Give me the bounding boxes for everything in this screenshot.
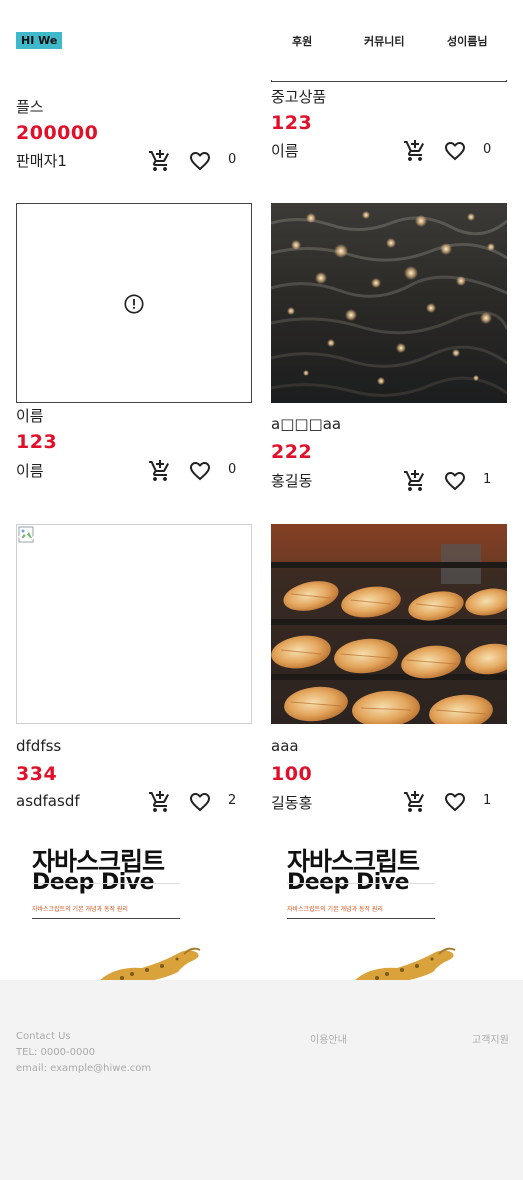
like-count: 0 <box>228 152 237 167</box>
fish-bread-photo <box>271 524 507 724</box>
product-title: aaa <box>271 737 299 755</box>
product-seller: 길동홍 <box>271 794 313 812</box>
book-subtitle: 자바스크립트의 기본 개념과 동작 원리 <box>32 906 128 913</box>
add-to-cart-icon[interactable] <box>403 139 427 163</box>
error-icon <box>124 294 144 314</box>
heart-icon[interactable] <box>188 459 212 483</box>
product-title: 이름 <box>16 407 44 425</box>
heart-icon[interactable] <box>443 469 467 493</box>
product-thumbnail[interactable] <box>16 203 252 403</box>
product-thumbnail[interactable]: 자바스크립트 Deep Dive 자바스크립트의 기본 개념과 동작 원리 <box>16 844 252 980</box>
logo[interactable]: HI We <box>16 32 63 49</box>
nav-user[interactable]: 성이름님 <box>447 33 487 49</box>
product-thumbnail[interactable] <box>16 524 252 724</box>
like-count: 0 <box>228 462 237 477</box>
product-price: 123 <box>271 112 313 134</box>
top-header: HI We 후원 커뮤니티 성이름님 <box>0 0 523 80</box>
nav-donate[interactable]: 후원 <box>292 33 312 49</box>
add-to-cart-icon[interactable] <box>148 149 172 173</box>
add-to-cart-icon[interactable] <box>148 459 172 483</box>
footer-tel: TEL: 0000-0000 <box>16 1047 96 1058</box>
add-to-cart-icon[interactable] <box>148 790 172 814</box>
footer-email: email: example@hiwe.com <box>16 1063 152 1074</box>
like-count: 1 <box>483 793 492 808</box>
product-seller: 이름 <box>271 142 299 160</box>
footer-guide-link[interactable]: 이용안내 <box>310 1031 347 1046</box>
footer-support-link[interactable]: 고객지원 <box>472 1031 509 1046</box>
product-title: dfdfss <box>16 737 62 755</box>
divider <box>287 918 435 919</box>
lizard-illustration <box>355 947 456 980</box>
product-price: 334 <box>16 763 58 785</box>
book-subtitle: 자바스크립트의 기본 개념과 동작 원리 <box>287 906 383 913</box>
water-photo <box>271 203 507 403</box>
product-seller: asdfasdf <box>16 792 80 810</box>
like-count: 0 <box>483 142 492 157</box>
add-to-cart-icon[interactable] <box>403 469 427 493</box>
divider <box>32 918 180 919</box>
product-thumbnail[interactable]: 자바스크립트 Deep Dive 자바스크립트의 기본 개념과 동작 원리 <box>271 844 507 980</box>
heart-icon[interactable] <box>188 790 212 814</box>
product-title: a□□□aa <box>271 415 342 433</box>
nav-community[interactable]: 커뮤니티 <box>364 33 404 49</box>
footer: Contact Us TEL: 0000-0000 email: example… <box>0 980 523 1180</box>
product-price: 123 <box>16 431 58 453</box>
product-price: 100 <box>271 763 313 785</box>
product-seller: 이름 <box>16 462 44 480</box>
product-title: 플스 <box>16 98 44 116</box>
product-seller: 판매자1 <box>16 152 67 170</box>
heart-icon[interactable] <box>443 139 467 163</box>
product-seller: 홍길동 <box>271 472 313 490</box>
heart-icon[interactable] <box>443 790 467 814</box>
like-count: 2 <box>228 793 237 808</box>
broken-image-icon <box>18 526 36 543</box>
product-thumbnail[interactable] <box>271 203 507 403</box>
product-title: 중고상품 <box>271 88 327 106</box>
product-thumbnail[interactable] <box>271 524 507 724</box>
heart-icon[interactable] <box>188 149 212 173</box>
like-count: 1 <box>483 472 492 487</box>
product-price: 222 <box>271 441 313 463</box>
footer-contact-title: Contact Us <box>16 1031 71 1042</box>
add-to-cart-icon[interactable] <box>403 790 427 814</box>
product-price: 200000 <box>16 122 99 144</box>
lizard-illustration <box>100 947 201 980</box>
